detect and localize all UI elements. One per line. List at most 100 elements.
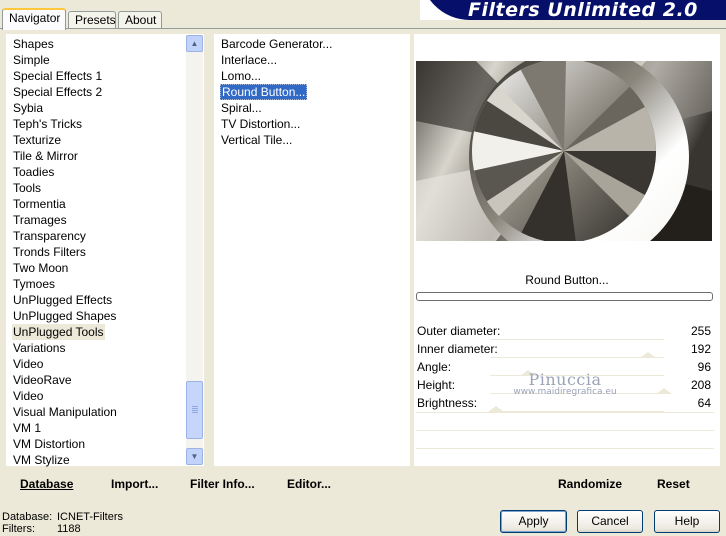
category-item[interactable]: Special Effects 1	[12, 68, 103, 84]
help-button[interactable]: Help	[654, 510, 720, 533]
param-label: Outer diameter:	[417, 324, 501, 338]
param-value: 208	[690, 378, 711, 392]
category-item[interactable]: VideoRave	[12, 372, 73, 388]
filter-item[interactable]: Interlace...	[220, 52, 278, 68]
editor-label: Editor...	[287, 477, 332, 491]
database-button[interactable]: Database	[20, 476, 73, 492]
import-label: Import...	[111, 477, 159, 491]
category-item[interactable]: Video	[12, 388, 44, 404]
filter-caption: Round Button...	[525, 273, 609, 287]
category-item[interactable]: Transparency	[12, 228, 87, 244]
preview-image	[416, 61, 712, 241]
progress-bar	[416, 292, 713, 301]
scroll-up-button[interactable]: ▲	[186, 35, 203, 52]
import-button[interactable]: Import...	[111, 476, 158, 492]
category-item[interactable]: Tymoes	[12, 276, 56, 292]
param-value: 192	[690, 342, 711, 356]
category-item[interactable]: Toadies	[12, 164, 55, 180]
scroll-down-button[interactable]: ▼	[186, 448, 203, 465]
param-value: 255	[690, 324, 711, 338]
filter-info-label: Filter Info...	[190, 477, 255, 491]
category-item[interactable]: Visual Manipulation	[12, 404, 118, 420]
grip-line	[192, 410, 198, 411]
scroll-thumb[interactable]	[186, 381, 203, 439]
param-label: Height:	[417, 378, 456, 392]
grip-line	[192, 412, 198, 413]
filter-item[interactable]: Spiral...	[220, 100, 263, 116]
reset-button[interactable]: Reset	[657, 476, 690, 492]
param-row[interactable]: Outer diameter: 255	[416, 323, 714, 340]
category-item[interactable]: VM Distortion	[12, 436, 86, 452]
param-value: 96	[697, 360, 711, 374]
category-scrollbar[interactable]: ▲ ▼	[186, 35, 203, 465]
category-item[interactable]: VM 1	[12, 420, 42, 436]
filter-info-button[interactable]: Filter Info...	[190, 476, 255, 492]
tab-about[interactable]: About	[118, 11, 162, 28]
tab-navigator[interactable]: Navigator	[2, 8, 66, 30]
status-filters-key: Filters:	[2, 523, 35, 535]
param-row[interactable]: Brightness: 64	[416, 395, 714, 412]
apply-button[interactable]: Apply	[500, 510, 567, 533]
round-button-preview	[416, 61, 712, 241]
param-slider-track[interactable]	[490, 339, 664, 340]
empty-param-row	[416, 412, 714, 430]
filter-item[interactable]: Lomo...	[220, 68, 262, 84]
category-item[interactable]: Simple	[12, 52, 51, 68]
param-slider-track[interactable]	[490, 375, 664, 376]
filter-item[interactable]: Vertical Tile...	[220, 132, 293, 148]
category-item[interactable]: Tronds Filters	[12, 244, 87, 260]
category-item[interactable]: Tormentia	[12, 196, 67, 212]
param-label: Inner diameter:	[417, 342, 498, 356]
param-slider-marker[interactable]	[656, 388, 672, 394]
category-item[interactable]: Tramages	[12, 212, 68, 228]
filter-item[interactable]: Barcode Generator...	[220, 36, 333, 52]
editor-button[interactable]: Editor...	[287, 476, 331, 492]
category-item[interactable]: Shapes	[12, 36, 55, 52]
randomize-button[interactable]: Randomize	[558, 476, 622, 492]
param-slider-track[interactable]	[490, 357, 664, 358]
category-item[interactable]: Special Effects 2	[12, 84, 103, 100]
status-database-value: ICNET-Filters	[57, 511, 123, 523]
tab-divider	[0, 28, 726, 29]
param-row[interactable]: Inner diameter: 192	[416, 341, 714, 358]
param-row[interactable]: Angle: 96	[416, 359, 714, 376]
category-item[interactable]: Teph's Tricks	[12, 116, 83, 132]
filter-item[interactable]: TV Distortion...	[220, 116, 301, 132]
category-item[interactable]: Tile & Mirror	[12, 148, 79, 164]
category-item[interactable]: Tools	[12, 180, 42, 196]
app-title: Filters Unlimited 2.0	[468, 0, 698, 20]
chevron-down-icon: ▼	[190, 452, 199, 461]
param-row[interactable]: Height: 208	[416, 377, 714, 394]
status-filters-value: 1188	[57, 523, 81, 535]
param-label: Angle:	[417, 360, 452, 374]
tab-presets[interactable]: Presets	[68, 11, 116, 28]
filter-item[interactable]: Round Button...	[220, 84, 308, 100]
grip-line	[192, 406, 198, 407]
param-label: Brightness:	[417, 396, 478, 410]
status-filters: Filters: 1188	[2, 523, 81, 536]
param-slider-track[interactable]	[490, 393, 664, 394]
category-item[interactable]: Sybia	[12, 100, 44, 116]
empty-param-row	[416, 430, 714, 448]
database-label: Database	[20, 477, 74, 491]
app-banner: Filters Unlimited 2.0	[420, 0, 726, 20]
category-item[interactable]: UnPlugged Effects	[12, 292, 113, 308]
category-item[interactable]: VM Stylize	[12, 452, 71, 468]
category-item[interactable]: Variations	[12, 340, 66, 356]
chevron-up-icon: ▲	[190, 39, 199, 48]
category-item[interactable]: Two Moon	[12, 260, 69, 276]
grip-line	[192, 408, 198, 409]
param-slider-marker[interactable]	[520, 370, 536, 376]
randomize-label: Randomize	[558, 477, 623, 491]
param-value: 64	[697, 396, 711, 410]
empty-param-row	[416, 448, 714, 466]
filter-list[interactable]: Barcode Generator... Interlace... Lomo... R…	[214, 34, 410, 466]
category-item[interactable]: UnPlugged Shapes	[12, 308, 117, 324]
category-list[interactable]: Shapes Simple Special Effects 1 Special Eff…	[6, 34, 204, 468]
category-item[interactable]: Texturize	[12, 132, 62, 148]
cancel-button[interactable]: Cancel	[577, 510, 643, 533]
reset-label: Reset	[657, 477, 690, 491]
param-slider-marker[interactable]	[640, 352, 656, 358]
category-item[interactable]: UnPlugged Tools	[12, 324, 105, 340]
category-item[interactable]: Video	[12, 356, 44, 372]
